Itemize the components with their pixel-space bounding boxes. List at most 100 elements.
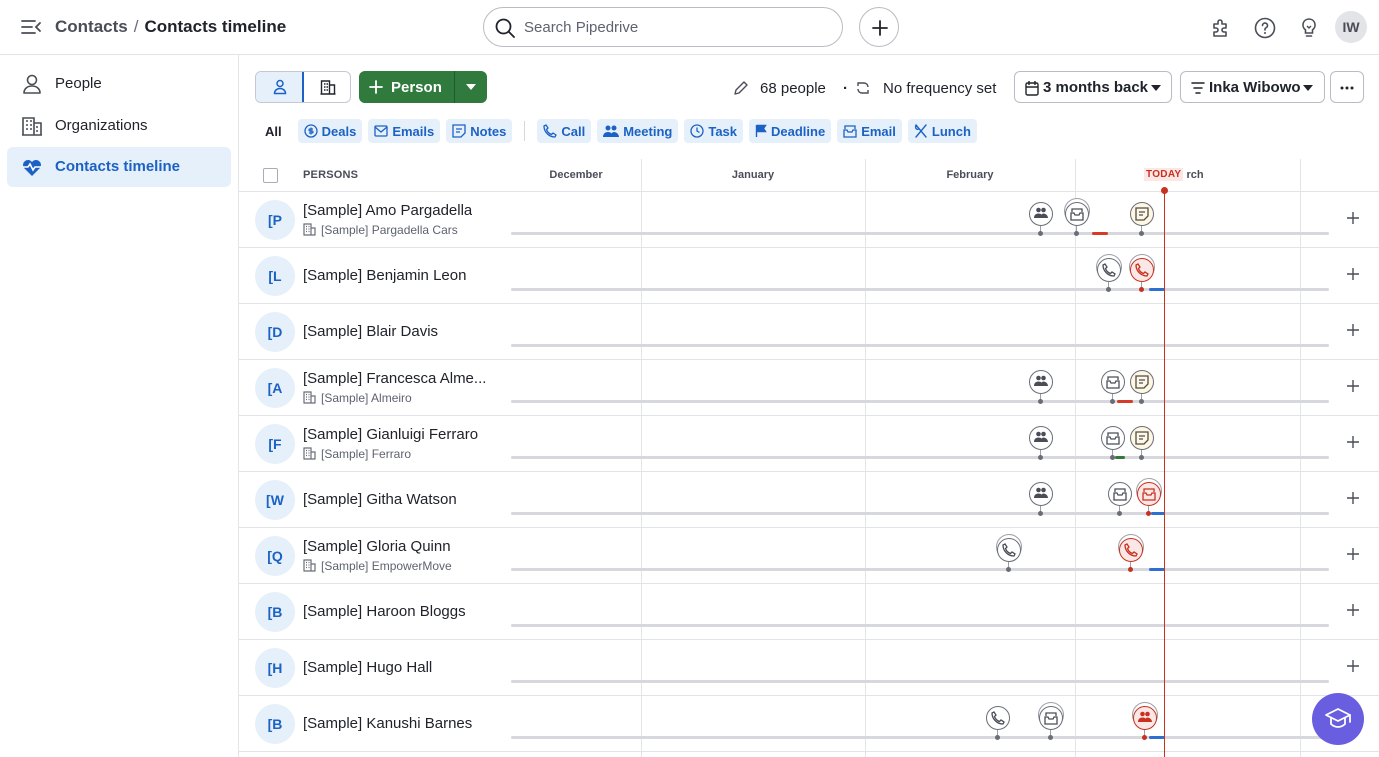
note-activity-marker[interactable] — [1130, 426, 1154, 460]
search-box[interactable] — [483, 7, 843, 47]
plus-icon — [1347, 604, 1359, 616]
filter-lunch[interactable]: Lunch — [907, 119, 977, 143]
help-icon[interactable] — [1253, 16, 1277, 40]
email-activity-marker[interactable] — [1101, 370, 1125, 404]
table-row[interactable]: [W [Sample] Githa Watson — [239, 472, 1379, 528]
filter-emails[interactable]: Emails — [368, 119, 441, 143]
frequency-label[interactable]: No frequency set — [883, 80, 996, 97]
organization-name[interactable]: [Sample] Pargadella Cars — [321, 223, 458, 237]
separator-dot: · — [843, 80, 848, 97]
person-name[interactable]: [Sample] Githa Watson — [303, 491, 457, 508]
overdue-meeting-activity-marker[interactable] — [1132, 702, 1158, 740]
meeting-activity-marker[interactable] — [1029, 482, 1053, 516]
add-activity-button[interactable] — [1343, 488, 1363, 508]
filter-deadline-label: Deadline — [771, 123, 826, 139]
organization-name[interactable]: [Sample] Almeiro — [321, 391, 412, 405]
email-activity-marker[interactable] — [1038, 702, 1064, 740]
person-name[interactable]: [Sample] Benjamin Leon — [303, 267, 466, 284]
filter-task[interactable]: Task — [684, 119, 744, 143]
person-name[interactable]: [Sample] Hugo Hall — [303, 659, 432, 676]
organization-name[interactable]: [Sample] EmpowerMove — [321, 559, 452, 573]
person-name[interactable]: [Sample] Gloria Quinn — [303, 538, 451, 555]
period-dropdown[interactable]: 3 months back — [1014, 71, 1172, 103]
note-activity-marker[interactable] — [1130, 202, 1154, 236]
owner-filter-dropdown[interactable]: Inka Wibowo — [1180, 71, 1325, 103]
overdue-email-activity-marker[interactable] — [1136, 478, 1162, 516]
table-row[interactable]: [B [Sample] Haroon Bloggs — [239, 584, 1379, 640]
organization-name[interactable]: [Sample] Ferraro — [321, 447, 411, 461]
filter-divider — [524, 121, 526, 141]
person-name[interactable]: [Sample] Francesca Alme... — [303, 370, 486, 387]
add-person-dropdown-button[interactable] — [455, 71, 487, 103]
person-name[interactable]: [Sample] Amo Pargadella — [303, 202, 472, 219]
table-row[interactable]: [B [Sample] Kanushi Barnes — [239, 696, 1379, 752]
meeting-activity-marker[interactable] — [1029, 426, 1053, 460]
people-view-button[interactable] — [256, 72, 305, 102]
filter-notes-label: Notes — [470, 123, 507, 139]
table-row[interactable]: [H [Sample] Hugo Hall — [239, 640, 1379, 696]
table-row[interactable]: [D [Sample] Blair Davis — [239, 304, 1379, 360]
call-activity-marker[interactable] — [996, 534, 1022, 572]
collapse-menu-icon[interactable] — [20, 17, 42, 37]
inbox-icon — [843, 125, 857, 138]
building-icon — [303, 223, 316, 236]
lightbulb-icon[interactable] — [1297, 16, 1321, 40]
add-activity-button[interactable] — [1343, 208, 1363, 228]
frequency-sync-icon[interactable] — [855, 80, 871, 96]
meeting-activity-marker[interactable] — [1029, 202, 1053, 236]
person-name[interactable]: [Sample] Blair Davis — [303, 323, 438, 340]
add-activity-button[interactable] — [1343, 320, 1363, 340]
add-person-main-button[interactable]: Person — [359, 71, 455, 103]
sidebar-item-organizations[interactable]: Organizations — [7, 106, 231, 146]
sidebar-item-people[interactable]: People — [7, 64, 231, 104]
table-row[interactable]: [P [Sample] Amo Pargadella [Sample] Parg… — [239, 192, 1379, 248]
person-name[interactable]: [Sample] Haroon Bloggs — [303, 603, 466, 620]
month-label: December — [549, 169, 603, 181]
call-activity-marker[interactable] — [1096, 254, 1122, 292]
pencil-icon[interactable] — [733, 80, 749, 96]
email-activity-marker[interactable] — [1108, 482, 1132, 516]
person-name[interactable]: [Sample] Gianluigi Ferraro — [303, 426, 478, 443]
call-activity-marker[interactable] — [986, 706, 1010, 740]
filter-email[interactable]: Email — [837, 119, 902, 143]
search-input[interactable] — [524, 17, 824, 37]
avatar: [F — [255, 424, 295, 464]
overdue-call-activity-marker[interactable] — [1118, 534, 1144, 572]
academy-graduation-cap-button[interactable] — [1312, 693, 1364, 745]
extensions-puzzle-icon[interactable] — [1209, 16, 1233, 40]
overdue-call-activity-marker[interactable] — [1129, 254, 1155, 292]
user-avatar[interactable]: IW — [1335, 11, 1367, 43]
add-activity-button[interactable] — [1343, 656, 1363, 676]
meeting-activity-marker[interactable] — [1029, 370, 1053, 404]
person-organization: [Sample] Almeiro — [303, 391, 412, 405]
add-activity-button[interactable] — [1343, 544, 1363, 564]
filter-call[interactable]: Call — [537, 119, 592, 143]
sidebar-item-contacts-timeline[interactable]: Contacts timeline — [7, 147, 231, 187]
quick-add-button[interactable] — [859, 7, 899, 47]
table-row[interactable]: [A [Sample] Francesca Alme... [Sample] A… — [239, 360, 1379, 416]
select-all-checkbox[interactable] — [263, 168, 278, 183]
flag-icon — [755, 124, 767, 137]
filter-all[interactable]: All — [255, 119, 292, 143]
add-activity-button[interactable] — [1343, 376, 1363, 396]
breadcrumb-parent[interactable]: Contacts — [55, 17, 128, 36]
add-activity-button[interactable] — [1343, 264, 1363, 284]
filter-deals[interactable]: Deals — [297, 119, 363, 143]
organizations-view-button[interactable] — [303, 72, 350, 102]
table-row[interactable]: [Q [Sample] Gloria Quinn [Sample] Empowe… — [239, 528, 1379, 584]
filter-meeting[interactable]: Meeting — [597, 119, 679, 143]
table-row[interactable]: [F [Sample] Gianluigi Ferraro [Sample] F… — [239, 416, 1379, 472]
email-activity-marker[interactable] — [1064, 198, 1090, 236]
more-options-button[interactable] — [1330, 71, 1364, 103]
person-name[interactable]: [Sample] Kanushi Barnes — [303, 715, 472, 732]
add-activity-button[interactable] — [1343, 432, 1363, 452]
table-row[interactable]: [L [Sample] Benjamin Leon — [239, 248, 1379, 304]
email-activity-marker[interactable] — [1101, 426, 1125, 460]
filter-notes[interactable]: Notes — [446, 119, 513, 143]
view-toggle — [255, 71, 351, 103]
avatar: [D — [255, 312, 295, 352]
add-activity-button[interactable] — [1343, 600, 1363, 620]
month-label: January — [731, 169, 775, 181]
filter-deadline[interactable]: Deadline — [749, 119, 832, 143]
note-activity-marker[interactable] — [1130, 370, 1154, 404]
